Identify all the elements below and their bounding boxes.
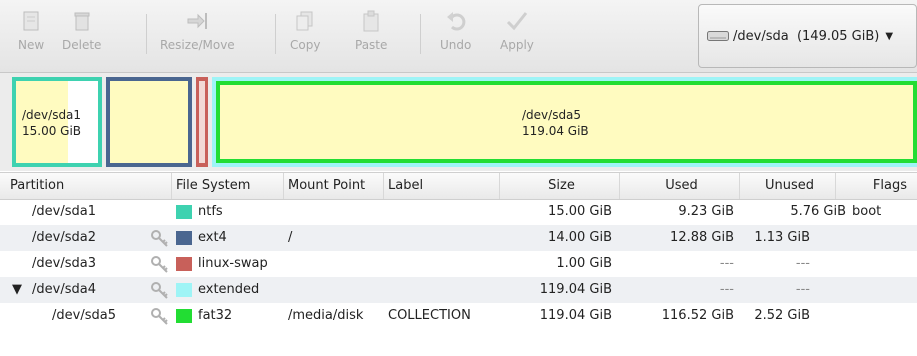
fs-cell: extended [198,282,260,297]
mount-cell: /media/disk [288,308,364,323]
fs-color-swatch [176,309,192,323]
size-cell: 119.04 GiB [539,308,612,323]
column-flags[interactable]: Flags [836,173,917,199]
partition-block-sda2[interactable] [106,77,192,167]
unused-cell: 1.13 GiB [754,230,810,245]
fs-cell: fat32 [198,308,233,323]
undo-icon [443,8,469,34]
partition-cell: /dev/sda3 [32,256,96,271]
column-unused[interactable]: Unused [740,173,836,199]
delete-button[interactable]: Delete [62,8,101,66]
table-row[interactable]: /dev/sda3 linux-swap 1.00 GiB --- --- [0,251,917,277]
copy-icon [292,8,318,34]
undo-button[interactable]: Undo [440,8,471,66]
column-mount-point[interactable]: Mount Point [284,173,384,199]
partition-graph: /dev/sda1 15.00 GiB /dev/sda5 119.04 GiB [0,73,917,171]
used-cell: --- [719,282,734,297]
apply-button[interactable]: Apply [500,8,534,66]
paste-button[interactable]: Paste [355,8,387,66]
chevron-down-icon: ▼ [885,30,894,42]
mount-cell: / [288,230,293,245]
checkmark-icon [504,8,530,34]
device-label: /dev/sda (149.05 GiB) [733,28,880,44]
used-cell: --- [719,256,734,271]
size-cell: 15.00 GiB [548,204,612,219]
partition-block-sda4[interactable]: /dev/sda5 119.04 GiB [212,77,917,167]
partition-block-sda3[interactable] [196,77,208,167]
unused-cell: --- [795,282,810,297]
new-partition-icon [18,8,44,34]
column-file-system[interactable]: File System [172,173,284,199]
apply-label: Apply [500,38,534,52]
trash-icon [69,8,95,34]
partition-cell: /dev/sda4 [32,282,96,297]
table-row[interactable]: /dev/sda1 ntfs 15.00 GiB 9.23 GiB 5.76 G… [0,199,917,225]
new-label: New [18,38,45,52]
expander-icon[interactable]: ▼ [12,277,22,303]
size-cell: 1.00 GiB [556,256,612,271]
resize-move-button[interactable]: Resize/Move [160,8,235,66]
column-label[interactable]: Label [384,173,500,199]
column-partition[interactable]: Partition [6,173,172,199]
toolbar-separator [275,14,276,54]
fs-color-swatch [176,257,192,271]
used-cell: 12.88 GiB [670,230,734,245]
device-selector[interactable]: /dev/sda (149.05 GiB) ▼ [698,4,917,68]
partition-table-header: Partition File System Mount Point Label … [0,172,917,200]
fs-color-swatch [176,231,192,245]
paste-icon [358,8,384,34]
table-row[interactable]: /dev/sda2 ext4 / 14.00 GiB 12.88 GiB 1.1… [0,225,917,251]
partition-block-sda1[interactable]: /dev/sda1 15.00 GiB [12,77,102,167]
lock-key-icon [151,256,168,273]
size-cell: 119.04 GiB [539,282,612,297]
paste-label: Paste [355,38,388,52]
unused-cell: 5.76 GiB [790,204,846,219]
partition-cell: /dev/sda2 [32,230,96,245]
table-row[interactable]: ▼ /dev/sda4 extended 119.04 GiB --- --- [0,277,917,303]
toolbar-separator [146,14,147,54]
resize-move-label: Resize/Move [160,38,235,52]
lock-key-icon [151,230,168,247]
flags-cell: boot [852,204,882,219]
table-row[interactable]: /dev/sda5 fat32 /media/disk COLLECTION 1… [0,303,917,329]
copy-button[interactable]: Copy [290,8,320,66]
used-cell: 9.23 GiB [678,204,734,219]
hard-disk-icon [707,31,729,41]
size-cell: 14.00 GiB [548,230,612,245]
column-used[interactable]: Used [620,173,740,199]
sda1-graph-size: 15.00 GiB [22,124,82,138]
fs-cell: ext4 [198,230,227,245]
sda5-graph-size: 119.04 GiB [522,124,589,138]
unused-cell: 2.52 GiB [754,308,810,323]
new-button[interactable]: New [18,8,44,66]
undo-label: Undo [440,38,472,52]
delete-label: Delete [62,38,102,52]
unused-cell: --- [795,256,810,271]
copy-label: Copy [290,38,321,52]
sda1-graph-name: /dev/sda1 [22,108,82,122]
column-size[interactable]: Size [500,173,620,199]
fs-cell: linux-swap [198,256,268,271]
fs-color-swatch [176,205,192,219]
toolbar: New Delete Resize/Move Copy Paste Undo A… [0,0,917,73]
partition-block-sda5[interactable]: /dev/sda5 119.04 GiB [216,81,917,163]
lock-key-icon [151,282,168,299]
label-cell: COLLECTION [388,308,471,323]
partition-cell: /dev/sda1 [32,204,96,219]
resize-arrow-icon [184,8,210,34]
toolbar-separator [420,14,421,54]
partition-cell: /dev/sda5 [52,308,116,323]
fs-color-swatch [176,283,192,297]
used-cell: 116.52 GiB [661,308,734,323]
fs-cell: ntfs [198,204,223,219]
sda5-graph-name: /dev/sda5 [522,108,582,122]
lock-key-icon [151,308,168,325]
